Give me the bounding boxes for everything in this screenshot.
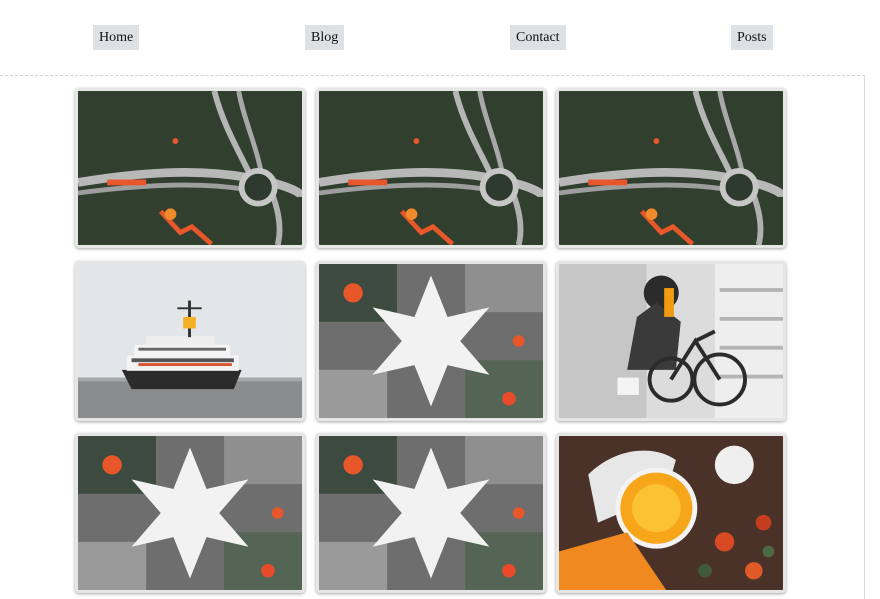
content-edge-line [864, 75, 865, 599]
gallery-image-highway-3[interactable] [556, 88, 786, 248]
page: Home Blog Contact Posts [0, 0, 880, 599]
gallery-image-highway-2[interactable] [316, 88, 546, 248]
gallery-image-orange[interactable] [556, 433, 786, 593]
header-divider [0, 75, 865, 76]
gallery-image-hands-3[interactable] [316, 433, 546, 593]
nav-home-link[interactable]: Home [93, 25, 140, 50]
nav-blog-link[interactable]: Blog [305, 25, 345, 50]
gallery-image-ferry[interactable] [75, 261, 305, 421]
gallery-image-highway-1[interactable] [75, 88, 305, 248]
gallery-image-hands-2[interactable] [75, 433, 305, 593]
gallery-image-bicycle[interactable] [556, 261, 786, 421]
nav-contact-link[interactable]: Contact [510, 25, 566, 50]
gallery-image-hands-1[interactable] [316, 261, 546, 421]
nav-posts-link[interactable]: Posts [731, 25, 773, 50]
